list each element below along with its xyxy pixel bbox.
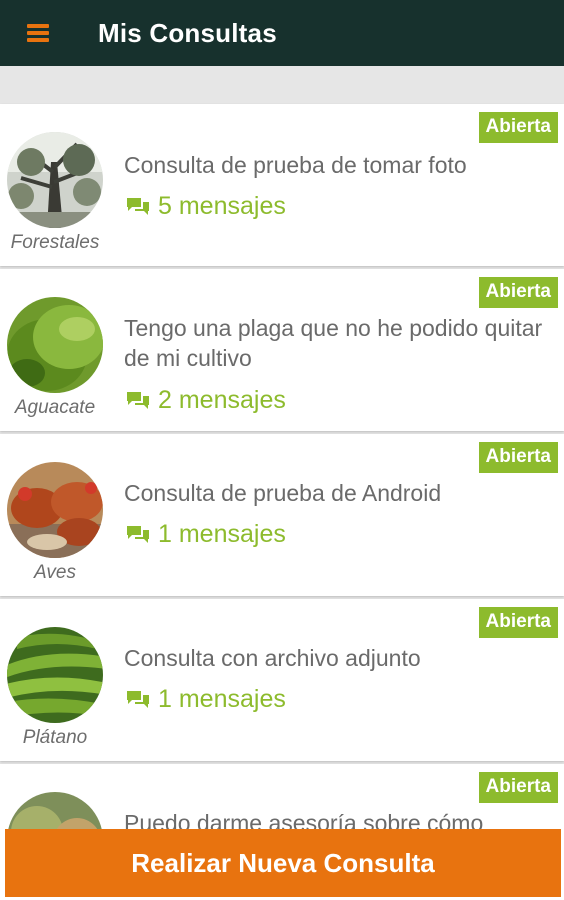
status-badge: Abierta xyxy=(478,112,558,143)
messages-count: 2 mensajes xyxy=(126,386,286,415)
consulta-title: Consulta de prueba de Android xyxy=(124,480,442,506)
consulta-card[interactable]: Abierta Plátano Consulta con archivo adj… xyxy=(0,599,564,761)
consulta-card[interactable]: Abierta Aguacate Tengo una plaga que no … xyxy=(0,269,564,431)
hamburger-menu-icon xyxy=(27,24,49,42)
messages-label: 1 mensajes xyxy=(158,685,286,713)
consulta-card[interactable]: Abierta Forestales Consulta de prueba de… xyxy=(0,104,564,266)
status-badge: Abierta xyxy=(478,277,558,308)
new-consulta-button[interactable]: Realizar Nueva Consulta xyxy=(5,829,561,897)
consulta-title: Tengo una plaga que no he podido quitar … xyxy=(124,315,543,371)
messages-label: 1 mensajes xyxy=(158,520,286,548)
category-label: Aguacate xyxy=(14,397,96,418)
category-label: Forestales xyxy=(10,232,100,253)
category-label: Aves xyxy=(34,562,76,583)
chat-bubbles-icon xyxy=(126,525,150,545)
chat-bubbles-icon xyxy=(126,391,150,411)
messages-count: 5 mensajes xyxy=(126,192,286,221)
screen: Mis Consultas Abierta Forestales Consult… xyxy=(0,0,564,900)
messages-label: 5 mensajes xyxy=(158,192,286,220)
messages-count: 1 mensajes xyxy=(126,685,286,714)
chat-bubbles-icon xyxy=(126,690,150,710)
consulta-card[interactable]: Abierta Aves Consulta de prueba de Andro… xyxy=(0,434,564,596)
category-image xyxy=(7,132,103,228)
category-image xyxy=(7,297,103,393)
messages-label: 2 mensajes xyxy=(158,386,286,414)
status-badge: Abierta xyxy=(478,772,558,803)
category-image xyxy=(7,462,103,558)
category-label: Plátano xyxy=(22,727,88,748)
consulta-title: Consulta con archivo adjunto xyxy=(124,645,421,671)
app-bar: Mis Consultas xyxy=(0,0,564,66)
page-title: Mis Consultas xyxy=(98,17,277,48)
consulta-title: Consulta de prueba de tomar foto xyxy=(124,152,467,178)
messages-count: 1 mensajes xyxy=(126,520,286,549)
status-badge: Abierta xyxy=(478,607,558,638)
chat-bubbles-icon xyxy=(126,197,150,217)
category-image xyxy=(7,627,103,723)
menu-button[interactable] xyxy=(0,0,76,66)
consultas-list: Abierta Forestales Consulta de prueba de… xyxy=(0,104,564,900)
status-badge: Abierta xyxy=(478,442,558,473)
